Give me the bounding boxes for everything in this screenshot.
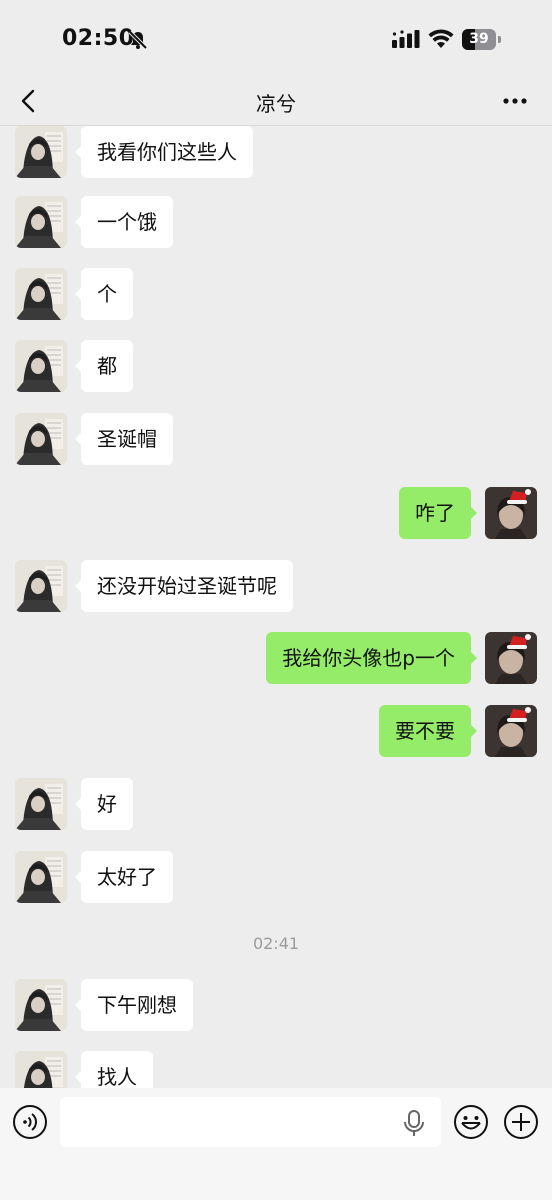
message-row: 个 [0,268,552,320]
bell-off-icon [128,30,148,50]
emoji-icon[interactable] [453,1104,489,1140]
message-row: 太好了 [0,851,552,903]
contact-avatar[interactable] [15,560,67,612]
voice-icon[interactable] [12,1104,48,1140]
chat-header: 凉兮 [0,80,552,126]
message-bubble[interactable]: 好 [75,778,133,830]
wifi-icon [428,29,454,48]
message-row: 还没开始过圣诞节呢 [0,560,552,612]
message-row: 找人 [0,1051,552,1088]
self-avatar[interactable] [485,632,537,684]
signal-icon [392,30,420,48]
message-bubble[interactable]: 都 [75,340,133,392]
message-input[interactable] [60,1097,441,1147]
message-list[interactable]: 我看你们这些人 一个饿个都圣诞帽咋了还没开始过圣诞节呢我给你头像也p一个要不要好太… [0,126,552,1088]
message-bubble[interactable]: 个 [75,268,133,320]
message-row: 好 [0,778,552,830]
battery-indicator: 39 [462,29,502,50]
contact-avatar[interactable] [15,340,67,392]
message-bubble[interactable]: 下午刚想 [75,979,193,1031]
contact-avatar[interactable] [15,268,67,320]
message-row: 一个饿 [0,196,552,248]
message-bubble[interactable]: 我看你们这些人 [75,126,253,178]
message-bubble[interactable]: 太好了 [75,851,173,903]
message-row: 圣诞帽 [0,413,552,465]
message-row: 我看你们这些人 [0,126,552,178]
plus-icon[interactable] [503,1104,539,1140]
self-avatar[interactable] [485,705,537,757]
message-bubble[interactable]: 还没开始过圣诞节呢 [75,560,293,612]
contact-avatar[interactable] [15,1051,67,1088]
battery-level: 39 [469,31,489,47]
timestamp-divider: 02:41 [252,934,300,953]
message-row: 我给你头像也p一个 [0,632,552,684]
contact-avatar[interactable] [15,979,67,1031]
message-bubble[interactable]: 找人 [75,1051,153,1088]
message-row: 都 [0,340,552,392]
status-time: 02:50 [62,26,135,51]
input-bar [0,1088,552,1200]
message-bubble[interactable]: 圣诞帽 [75,413,173,465]
self-avatar[interactable] [485,487,537,539]
message-bubble[interactable]: 一个饿 [75,196,173,248]
more-dots-icon[interactable] [500,86,530,116]
page-title: 凉兮 [256,92,296,116]
status-bar: 02:50 39 [0,0,552,80]
contact-avatar[interactable] [15,196,67,248]
contact-avatar[interactable] [15,778,67,830]
contact-avatar[interactable] [15,413,67,465]
contact-avatar[interactable] [15,851,67,903]
message-row: 要不要 [0,705,552,757]
contact-avatar[interactable] [15,126,67,178]
message-row: 咋了 [0,487,552,539]
message-bubble[interactable]: 要不要 [379,705,477,757]
message-bubble[interactable]: 咋了 [399,487,477,539]
microphone-icon[interactable] [402,1109,426,1137]
message-row: 下午刚想 [0,979,552,1031]
message-bubble[interactable]: 我给你头像也p一个 [266,632,477,684]
